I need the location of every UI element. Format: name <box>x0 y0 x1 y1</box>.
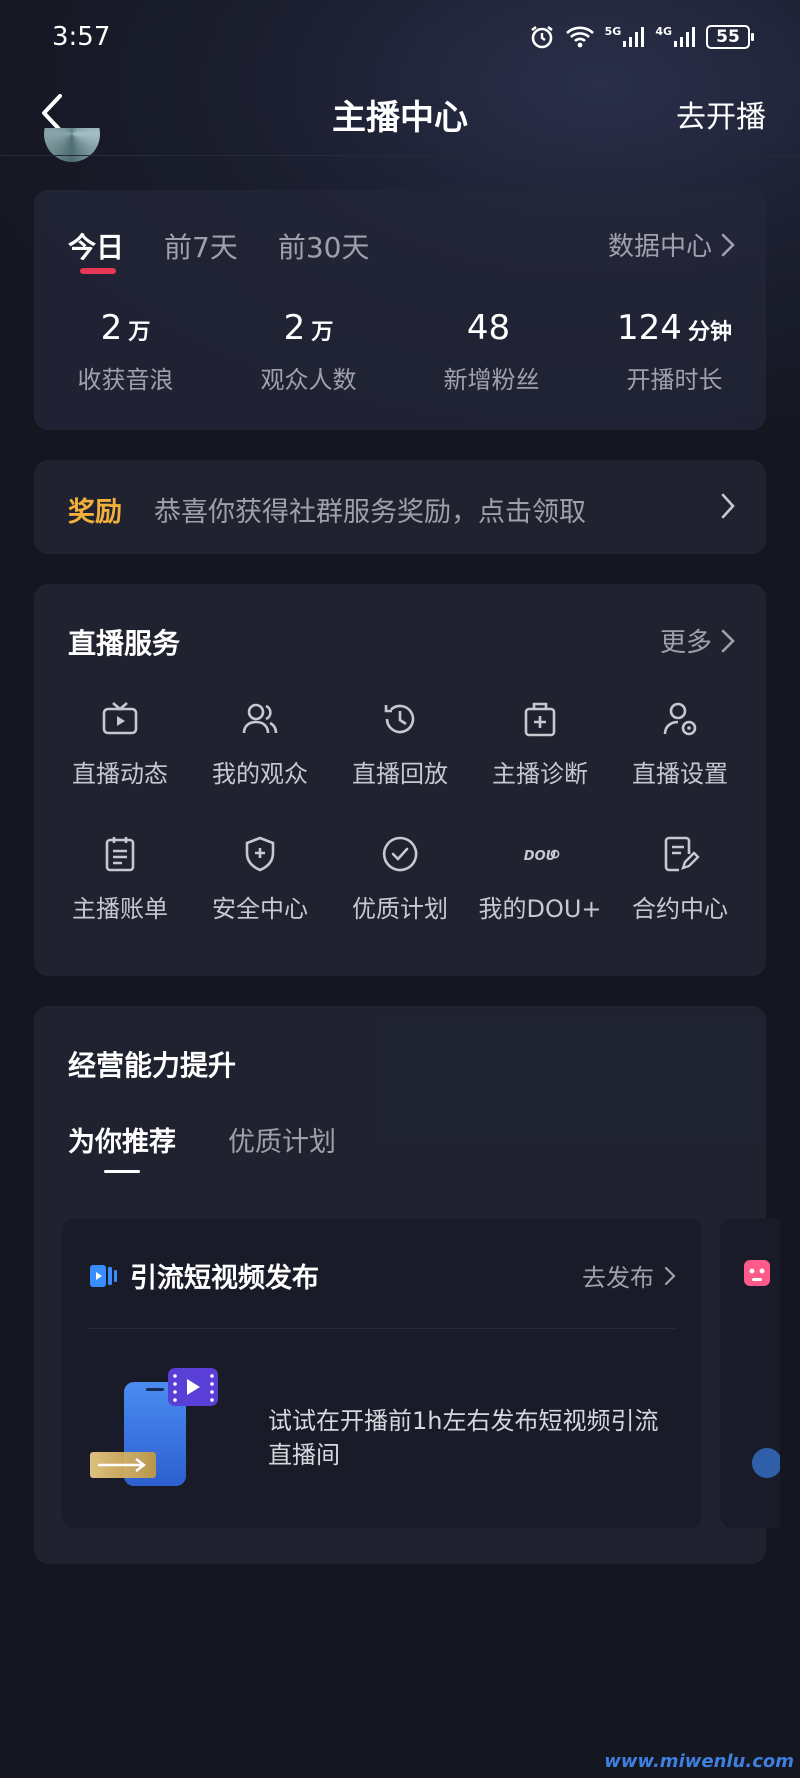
more-link[interactable]: 更多 <box>660 622 736 659</box>
service-label: 直播回放 <box>352 760 448 788</box>
stat-label: 开播时长 <box>626 366 723 394</box>
stat-value: 48 <box>466 308 511 348</box>
tv-play-icon <box>102 702 138 735</box>
alarm-icon <box>530 25 553 49</box>
stat-new-fans[interactable]: 48 新增粉丝 <box>400 308 583 395</box>
stat-label: 新增粉丝 <box>443 366 540 394</box>
stat-unit: 万 <box>128 320 151 345</box>
service-label: 我的DOU+ <box>478 895 602 923</box>
service-bill[interactable]: 主播账单 <box>50 833 190 924</box>
decorative-dot <box>752 1448 780 1478</box>
data-center-label: 数据中心 <box>607 232 712 262</box>
service-security[interactable]: 安全中心 <box>190 833 330 924</box>
tab-30-days[interactable]: 前30天 <box>278 226 370 266</box>
live-service-card: 直播服务 更多 直播动态 我的观众 直播回放 主播诊断 直播设置 主播账单 安全… <box>34 584 766 976</box>
service-diagnosis[interactable]: 主播诊断 <box>470 698 610 789</box>
chevron-right-icon <box>721 493 735 519</box>
business-tabs: 为你推荐 优质计划 <box>68 1120 336 1173</box>
stat-viewers[interactable]: 2万 观众人数 <box>217 308 400 395</box>
service-label: 安全中心 <box>212 895 308 923</box>
promo-description: 试试在开播前1h左右发布短视频引流直播间 <box>268 1407 659 1469</box>
promo-card[interactable]: 引流短视频发布 去发布 试试在开播前1h左右发布短视频引流直播间 <box>62 1218 702 1528</box>
chevron-right-icon <box>721 629 735 652</box>
dou-plus-icon: DOU <box>524 849 560 864</box>
go-live-button[interactable]: 去开播 <box>676 92 766 136</box>
section-title: 经营能力提升 <box>68 1049 237 1082</box>
stat-label: 收获音浪 <box>77 366 174 394</box>
service-label: 直播设置 <box>632 760 728 788</box>
status-time: 3:57 <box>52 22 111 52</box>
reward-text: 恭喜你获得社群服务奖励，点击领取 <box>154 497 586 528</box>
user-settings-icon <box>663 702 697 736</box>
service-label: 主播账单 <box>72 895 168 923</box>
check-badge-icon <box>382 836 418 872</box>
service-label: 优质计划 <box>352 895 448 923</box>
stat-value: 124 <box>617 308 682 348</box>
status-icons: 5G 4G 55 <box>529 22 754 52</box>
shield-icon <box>245 836 275 872</box>
signal-label-5g: 5G <box>604 24 622 38</box>
service-quality-plan[interactable]: 优质计划 <box>330 833 470 924</box>
more-label: 更多 <box>659 628 712 658</box>
stat-unit: 万 <box>311 320 334 345</box>
robot-icon <box>744 1260 770 1286</box>
next-promo-card-peek[interactable] <box>720 1218 780 1528</box>
reward-banner[interactable]: 奖励 恭喜你获得社群服务奖励，点击领取 <box>34 460 766 554</box>
service-label: 主播诊断 <box>492 760 588 788</box>
business-card: 经营能力提升 为你推荐 优质计划 引流短视频发布 去发布 试试在开播前1h左右发… <box>34 1006 780 1564</box>
tab-quality-plan[interactable]: 优质计划 <box>228 1120 336 1159</box>
users-icon <box>242 703 278 734</box>
data-center-link[interactable]: 数据中心 <box>608 226 736 263</box>
service-grid: 直播动态 我的观众 直播回放 主播诊断 直播设置 主播账单 安全中心 优质计划 <box>34 698 766 924</box>
signal-label-4g: 4G <box>655 24 672 38</box>
chevron-right-icon <box>721 233 735 256</box>
stat-value: 2 <box>283 308 306 348</box>
status-bar: 3:57 5G 4G 55 <box>0 0 800 76</box>
stat-sound-waves[interactable]: 2万 收获音浪 <box>34 308 217 395</box>
service-label: 合约中心 <box>632 895 728 923</box>
tab-recommended[interactable]: 为你推荐 <box>68 1120 176 1173</box>
signal-5g-icon <box>623 27 645 47</box>
chevron-right-icon <box>664 1266 676 1285</box>
clipboard-icon <box>105 837 135 872</box>
signal-4g-icon <box>674 27 695 47</box>
nav-divider <box>0 155 800 156</box>
service-replay[interactable]: 直播回放 <box>330 698 470 789</box>
stats-row: 2万 收获音浪 2万 观众人数 48 新增粉丝 124 分钟 开播时长 <box>34 308 766 395</box>
service-label: 我的观众 <box>212 760 308 788</box>
publish-label: 去发布 <box>582 1264 654 1292</box>
history-icon <box>384 704 415 734</box>
tab-today[interactable]: 今日 <box>68 226 124 274</box>
video-publish-icon <box>90 1264 117 1287</box>
battery-icon: 55 <box>706 25 754 49</box>
tab-7-days[interactable]: 前7天 <box>164 226 238 266</box>
service-my-audience[interactable]: 我的观众 <box>190 698 330 789</box>
service-settings[interactable]: 直播设置 <box>610 698 750 789</box>
service-live-feed[interactable]: 直播动态 <box>50 698 190 789</box>
stat-live-duration[interactable]: 124 分钟 开播时长 <box>583 308 766 395</box>
stat-unit: 分钟 <box>687 320 732 345</box>
reward-tag: 奖励 <box>68 497 122 528</box>
stats-card: 今日 前7天 前30天 数据中心 2万 收获音浪 2万 观众人数 48 新增粉丝… <box>34 190 766 430</box>
phone-video-illustration <box>90 1368 218 1486</box>
nav-bar: 主播中心 去开播 <box>0 76 800 156</box>
wifi-icon <box>565 26 594 48</box>
battery-level: 55 <box>716 27 740 47</box>
period-tabs: 今日 前7天 前30天 <box>68 226 370 274</box>
service-label: 直播动态 <box>72 760 168 788</box>
medical-kit-icon <box>524 702 556 737</box>
stat-value: 2 <box>100 308 123 348</box>
watermark: www.miwenlu.com <box>604 1751 794 1772</box>
avatar <box>44 128 100 164</box>
contract-edit-icon <box>664 836 700 872</box>
section-title: 直播服务 <box>68 627 181 660</box>
promo-title: 引流短视频发布 <box>130 1263 319 1294</box>
promo-divider <box>88 1328 676 1329</box>
service-dou-plus[interactable]: DOU 我的DOU+ <box>470 833 610 924</box>
service-contract[interactable]: 合约中心 <box>610 833 750 924</box>
stat-label: 观众人数 <box>260 366 357 394</box>
publish-link[interactable]: 去发布 <box>582 1258 676 1293</box>
